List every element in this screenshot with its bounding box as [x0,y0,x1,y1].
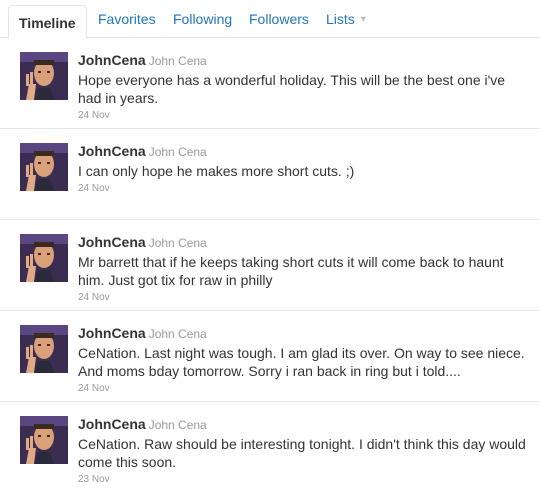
tweet-text: I can only hope he makes more short cuts… [78,163,355,179]
avatar[interactable] [20,52,68,100]
tab-following[interactable]: Following [173,0,232,38]
tweet[interactable]: JohnCena John Cena CeNation. Raw should b… [0,402,540,493]
tweet-text: Mr barrett that if he keeps taking short… [78,254,504,288]
full-name: John Cena [148,145,207,159]
tweet-timestamp[interactable]: 24 Nov [78,383,530,394]
tweet[interactable]: JohnCena John Cena I can only hope he mak… [0,129,540,220]
full-name: John Cena [148,54,207,68]
tweet-content: JohnCena John Cena Hope everyone has a wo… [78,51,530,121]
full-name: John Cena [148,327,207,341]
tweet[interactable]: JohnCena John Cena CeNation. Last night w… [0,311,540,402]
avatar[interactable] [20,143,68,191]
tab-timeline[interactable]: Timeline [8,5,87,39]
tweet-header: JohnCena John Cena [78,324,530,343]
tweet-list: JohnCena John Cena Hope everyone has a wo… [0,38,540,493]
avatar-image [20,234,68,282]
screen-name[interactable]: JohnCena [78,52,146,68]
tweet-timestamp[interactable]: 24 Nov [78,183,530,194]
screen-name[interactable]: JohnCena [78,325,146,341]
tweet-content: JohnCena John Cena CeNation. Raw should b… [78,415,530,485]
tweet-header: JohnCena John Cena [78,233,530,252]
avatar[interactable] [20,416,68,464]
screen-name[interactable]: JohnCena [78,143,146,159]
tweet-header: JohnCena John Cena [78,415,530,434]
avatar-image [20,143,68,191]
tab-lists[interactable]: Lists ▼ [326,0,368,38]
tab-followers[interactable]: Followers [249,0,309,38]
tab-lists-label: Lists [326,11,355,27]
caret-down-icon: ▼ [358,14,368,24]
tweet-header: JohnCena John Cena [78,142,530,161]
avatar-image [20,52,68,100]
tweet-content: JohnCena John Cena Mr barrett that if he … [78,233,530,303]
tweet-text: CeNation. Last night was tough. I am gla… [78,345,525,379]
tweet-content: JohnCena John Cena I can only hope he mak… [78,142,530,194]
tweet-timestamp[interactable]: 24 Nov [78,292,530,303]
avatar-image [20,416,68,464]
full-name: John Cena [148,236,207,250]
tweet-text: CeNation. Raw should be interesting toni… [78,436,526,470]
tweet-header: JohnCena John Cena [78,51,530,70]
tab-favorites[interactable]: Favorites [98,0,156,38]
tweet-content: JohnCena John Cena CeNation. Last night w… [78,324,530,394]
tweet[interactable]: JohnCena John Cena Mr barrett that if he … [0,220,540,311]
tweet-timestamp[interactable]: 24 Nov [78,110,530,121]
screen-name[interactable]: JohnCena [78,416,146,432]
tweet[interactable]: JohnCena John Cena Hope everyone has a wo… [0,38,540,129]
screen-name[interactable]: JohnCena [78,234,146,250]
timeline-tabs: Timeline Favorites Following Followers L… [0,0,540,39]
tweet-text: Hope everyone has a wonderful holiday. T… [78,72,506,106]
avatar[interactable] [20,234,68,282]
avatar[interactable] [20,325,68,373]
full-name: John Cena [148,418,207,432]
tweet-timestamp[interactable]: 23 Nov [78,474,530,485]
avatar-image [20,325,68,373]
